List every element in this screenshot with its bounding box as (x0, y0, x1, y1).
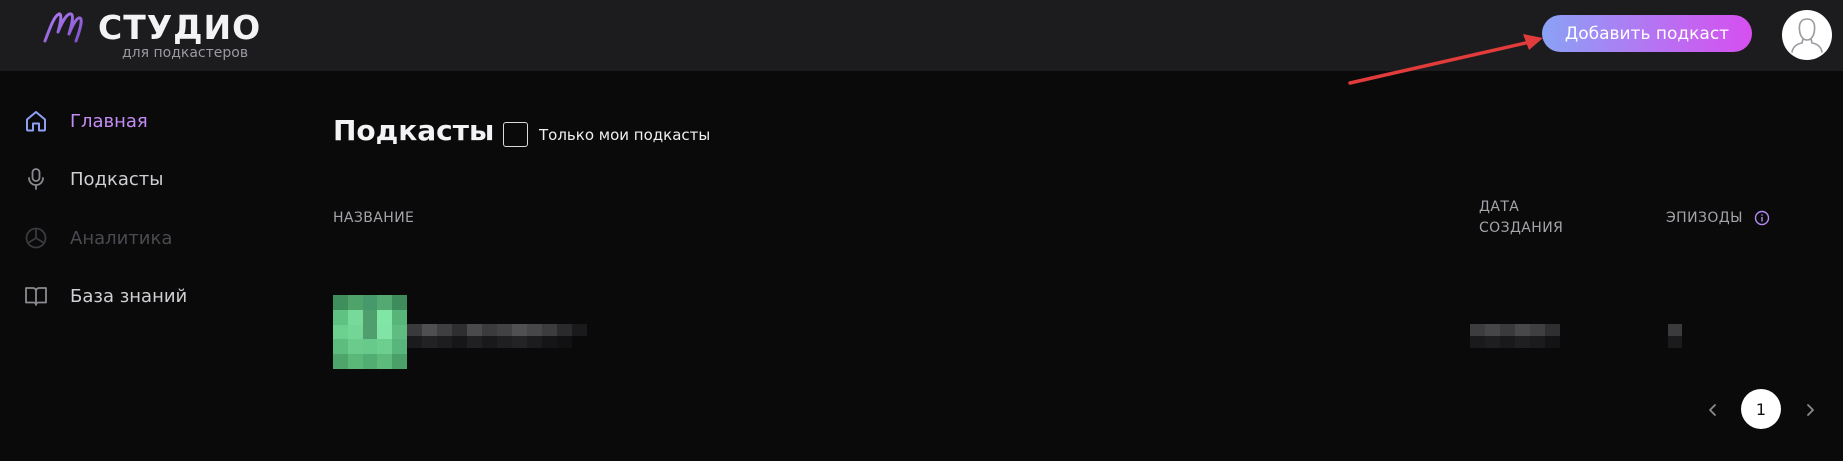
sidebar-item-label: Аналитика (70, 227, 173, 249)
podcast-episodes-redacted (1668, 324, 1684, 348)
home-icon (24, 109, 48, 133)
logo-subtitle: для подкастеров (122, 45, 249, 61)
book-icon (24, 284, 48, 308)
chevron-left-icon (1709, 404, 1716, 416)
pagination-page-current[interactable]: 1 (1741, 389, 1781, 429)
microphone-icon (24, 167, 48, 191)
only-my-podcasts-checkbox[interactable] (503, 122, 528, 147)
sidebar-item-label: Подкасты (70, 168, 164, 190)
podcast-name-redacted (407, 324, 597, 348)
column-header-episodes: ЭПИЗОДЫ (1666, 210, 1743, 226)
logo-mark-icon (43, 12, 83, 43)
studio-logo[interactable]: СТУДИО для подкастеров (42, 6, 282, 62)
top-bar: СТУДИО для подкастеров Добавить подкаст (0, 0, 1843, 71)
user-avatar-icon (1791, 18, 1823, 53)
pie-chart-icon (24, 226, 48, 250)
add-podcast-button[interactable]: Добавить подкаст (1542, 15, 1752, 52)
info-icon[interactable] (1754, 210, 1770, 226)
sidebar-item-knowledge-base[interactable]: База знаний (24, 281, 264, 311)
podcast-date-redacted (1470, 324, 1562, 348)
column-header-name: НАЗВАНИЕ (333, 210, 415, 226)
pagination-next-button[interactable] (1795, 395, 1825, 425)
sidebar-item-analytics: Аналитика (24, 223, 264, 253)
pagination-prev-button[interactable] (1698, 395, 1728, 425)
user-avatar[interactable] (1782, 10, 1832, 60)
chevron-right-icon (1807, 404, 1814, 416)
sidebar-item-home[interactable]: Главная (24, 106, 264, 136)
annotation-arrow (1348, 34, 1543, 85)
table-row[interactable] (333, 294, 1813, 370)
page-title: Подкасты (333, 114, 495, 147)
column-header-date-line1: ДАТА (1479, 199, 1520, 215)
only-my-podcasts-label[interactable]: Только мои подкасты (539, 125, 710, 145)
column-header-date-line2: СОЗДАНИЯ (1479, 220, 1564, 236)
column-header-date: ДАТА СОЗДАНИЯ (1479, 197, 1563, 239)
sidebar-item-label: База знаний (70, 285, 188, 307)
sidebar-item-podcasts[interactable]: Подкасты (24, 164, 264, 194)
podcast-cover-redacted (333, 295, 407, 369)
logo-title: СТУДИО (98, 8, 262, 47)
sidebar-item-label: Главная (70, 110, 148, 132)
